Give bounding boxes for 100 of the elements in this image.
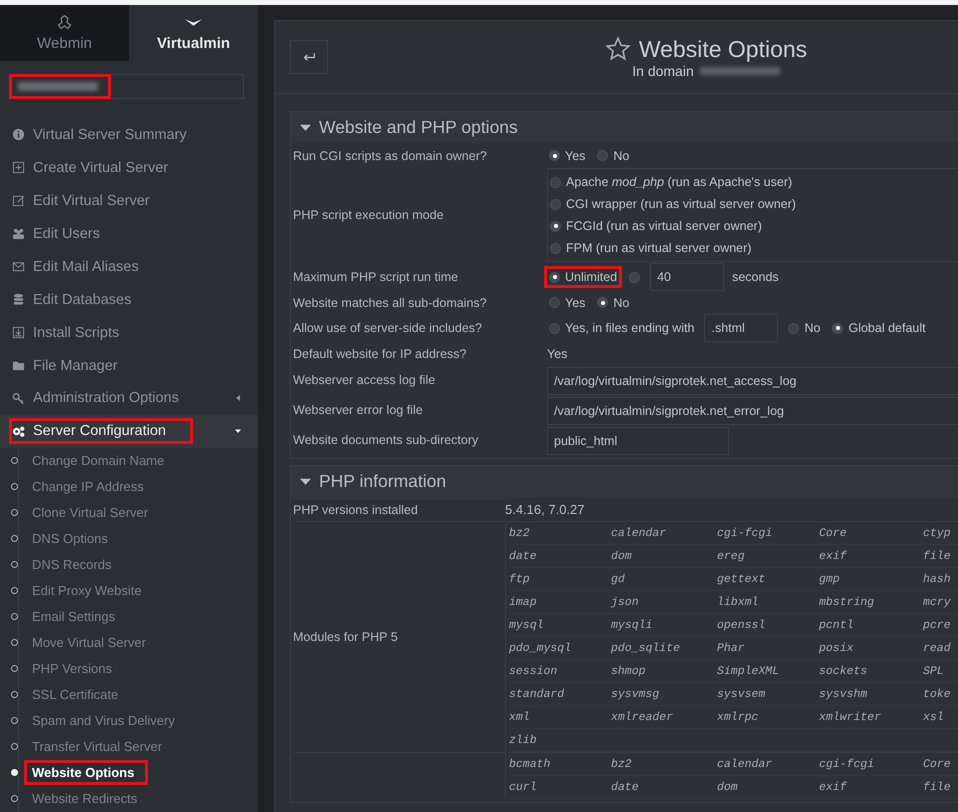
module-name: xml <box>509 710 530 724</box>
submenu-item[interactable]: Spam and Virus Delivery <box>11 708 258 734</box>
radio-option[interactable]: Global default <box>827 317 931 339</box>
submenu-item[interactable]: Change IP Address <box>11 474 258 500</box>
menu-item[interactable]: File Manager <box>0 349 258 382</box>
field-label: Website matches all sub-domains? <box>293 296 487 310</box>
module-name: file <box>923 550 951 562</box>
module-name: pdo_mysql <box>509 642 572 654</box>
back-button[interactable] <box>290 40 328 74</box>
module-name: posix <box>819 642 854 654</box>
bullet-icon <box>11 691 18 698</box>
menu-item[interactable]: Edit Users <box>0 217 258 250</box>
module-name: shmop <box>611 664 646 678</box>
field-label: PHP versions installed <box>293 503 418 517</box>
module-name: cgi-fcgi <box>717 526 772 540</box>
module-name: sysvmsg <box>611 688 660 700</box>
submenu-item[interactable]: DNS Options <box>11 526 258 552</box>
menu-item[interactable]: Create Virtual Server <box>0 151 258 184</box>
radio-option[interactable]: Yes <box>544 292 590 314</box>
module-name: xmlwriter <box>819 710 882 724</box>
bullet-icon <box>11 457 18 464</box>
module-name: mbstring <box>819 596 874 608</box>
input-field[interactable]: public_html <box>547 427 729 455</box>
section-header[interactable]: Website and PHP options <box>291 112 958 143</box>
module-name: session <box>509 664 558 678</box>
module-name: exif <box>819 780 847 794</box>
cluster-icon <box>56 14 73 32</box>
menu-label: Edit Users <box>33 226 100 242</box>
caret-down-icon <box>300 476 311 487</box>
db-icon <box>12 293 25 306</box>
menu-item[interactable]: Edit Mail Aliases <box>0 250 258 284</box>
module-name: xmlrpc <box>717 710 758 724</box>
radio-option[interactable]: Unlimited <box>544 266 622 288</box>
mail-icon <box>12 260 25 274</box>
radio-option[interactable]: No <box>592 292 634 314</box>
submenu-item[interactable]: Move Virtual Server <box>11 630 258 656</box>
module-name: Core <box>923 758 951 770</box>
module-name: json <box>611 596 639 608</box>
submenu-item[interactable]: Website Redirects <box>11 786 258 812</box>
menu-item[interactable]: Server Configuration <box>0 414 258 448</box>
field-value: seconds <box>732 270 779 284</box>
menu-item[interactable]: Install Scripts <box>0 316 258 350</box>
field-label: Default website for IP address? <box>293 346 466 360</box>
input-field[interactable]: /var/log/virtualmin/sigprotek.net_error_log <box>547 397 958 425</box>
submenu-item[interactable]: Email Settings <box>11 604 258 630</box>
module-name: mcry <box>923 596 951 608</box>
chevron-icon <box>185 19 202 26</box>
bullet-icon <box>11 561 18 568</box>
users-icon <box>12 227 25 240</box>
bullet-icon <box>11 769 18 776</box>
page-subtitle: In domain <box>632 62 694 78</box>
bullet-icon <box>11 483 18 490</box>
menu-label: Edit Virtual Server <box>33 192 150 209</box>
module-name: mysqli <box>611 618 652 632</box>
bullet-icon <box>11 717 18 724</box>
submenu-item[interactable]: SSL Certificate <box>11 682 258 708</box>
field-value: 5.4.16, 7.0.27 <box>505 502 585 517</box>
bullet-icon <box>11 639 18 646</box>
bullet-icon <box>11 795 18 802</box>
input-field[interactable]: 40 <box>650 263 724 291</box>
submenu-item[interactable]: Website Options <box>11 760 258 786</box>
product-tab[interactable]: Webmin <box>0 5 129 62</box>
module-name: imap <box>509 596 537 608</box>
module-name: dom <box>611 550 632 562</box>
bullet-icon <box>11 509 18 516</box>
submenu-item[interactable]: DNS Records <box>11 552 258 578</box>
input-field[interactable]: /var/log/virtualmin/sigprotek.net_access_log <box>547 367 958 395</box>
module-name: standard <box>509 688 564 700</box>
module-name: sockets <box>819 664 868 678</box>
submenu-item[interactable]: Transfer Virtual Server <box>11 734 258 760</box>
module-name: date <box>611 780 639 794</box>
radio-option[interactable]: Yes <box>544 144 590 166</box>
input-field[interactable]: .shtml <box>704 314 778 342</box>
field-label: Website documents sub-directory <box>293 433 478 447</box>
bullet-icon <box>11 535 18 542</box>
radio-option[interactable]: No <box>592 144 634 166</box>
field-label: Modules for PHP 5 <box>293 630 398 644</box>
menu-item[interactable]: Edit Virtual Server <box>0 184 258 218</box>
module-name: curl <box>509 780 537 794</box>
radio-option[interactable]: Yes, in files ending with <box>544 317 700 339</box>
caret-down-icon <box>300 122 311 133</box>
submenu-item[interactable]: PHP Versions <box>11 656 258 682</box>
radio-option[interactable]: No <box>783 317 826 339</box>
module-name: ctyp <box>923 526 951 540</box>
module-name: libxml <box>717 596 758 608</box>
menu-item[interactable]: Virtual Server Summary <box>0 118 258 152</box>
section-header[interactable]: PHP information <box>291 466 958 497</box>
menu-label: Install Scripts <box>33 324 120 341</box>
menu-item[interactable]: Administration Options <box>0 382 258 415</box>
module-name: gmp <box>819 572 840 586</box>
bullet-icon <box>11 665 18 672</box>
submenu-item[interactable]: Edit Proxy Website <box>11 578 258 604</box>
bullet-icon <box>11 613 18 620</box>
module-name: openssl <box>717 618 766 632</box>
menu-item[interactable]: Edit Databases <box>0 283 258 316</box>
submenu-item[interactable]: Clone Virtual Server <box>11 500 258 526</box>
module-name: exif <box>819 550 847 562</box>
module-name: bz2 <box>611 758 632 770</box>
domain-select[interactable] <box>10 74 244 100</box>
submenu-item[interactable]: Change Domain Name <box>11 448 258 474</box>
